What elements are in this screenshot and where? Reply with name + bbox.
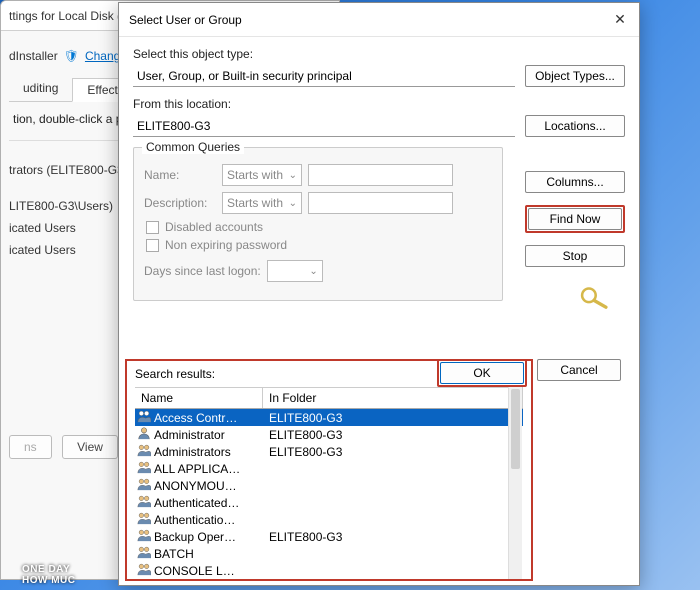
- disabled-accounts-checkbox[interactable]: Disabled accounts: [146, 220, 492, 234]
- result-name: Administrators: [154, 445, 231, 459]
- days-since-logon-combo[interactable]: [267, 260, 323, 282]
- location-field[interactable]: [133, 115, 515, 137]
- object-types-button[interactable]: Object Types...: [525, 65, 625, 87]
- result-folder: ELITE800-G3: [263, 530, 523, 544]
- result-name: Backup Oper…: [154, 530, 236, 544]
- results-list[interactable]: Access Contr… ELITE800-G3 Administrator ELI…: [135, 409, 523, 579]
- result-name: Administrator: [154, 428, 225, 442]
- group-icon: [137, 494, 151, 511]
- common-queries-group: Common Queries Name: Starts with Descrip…: [133, 147, 503, 301]
- result-name: ALL APPLICA…: [154, 462, 240, 476]
- search-results-highlight: Search results: Name In Folder Access Co…: [125, 359, 533, 581]
- group-icon: [137, 545, 151, 562]
- object-type-field[interactable]: [133, 65, 515, 87]
- table-row[interactable]: ANONYMOU…: [135, 477, 523, 494]
- column-in-folder[interactable]: In Folder: [263, 388, 523, 408]
- table-row[interactable]: Authenticatio…: [135, 511, 523, 528]
- group-icon: [137, 443, 151, 460]
- bg-button-ns[interactable]: ns: [9, 435, 52, 459]
- group-icon: [137, 511, 151, 528]
- dialog-title: Select User or Group: [129, 13, 242, 27]
- group-icon: [137, 460, 151, 477]
- name-filter-label: Name:: [144, 168, 216, 182]
- non-expiring-password-checkbox[interactable]: Non expiring password: [146, 238, 492, 252]
- user-icon: [137, 426, 151, 443]
- column-name[interactable]: Name: [135, 388, 263, 408]
- name-filter-input[interactable]: [308, 164, 453, 186]
- magnifier-icon: [577, 285, 611, 309]
- result-name: ANONYMOU…: [154, 479, 237, 493]
- group-title: Common Queries: [142, 140, 244, 154]
- stop-button[interactable]: Stop: [525, 245, 625, 267]
- object-type-label: Select this object type:: [133, 47, 625, 61]
- locations-button[interactable]: Locations...: [525, 115, 625, 137]
- table-row[interactable]: BATCH: [135, 545, 523, 562]
- group-icon: [137, 562, 151, 579]
- search-results-label: Search results:: [135, 367, 523, 381]
- results-scrollbar[interactable]: [508, 387, 522, 579]
- columns-button[interactable]: Columns...: [525, 171, 625, 193]
- result-name: BATCH: [154, 547, 194, 561]
- checkbox-icon: [146, 221, 159, 234]
- group-icon: [137, 528, 151, 545]
- result-name: Access Contr…: [154, 411, 237, 425]
- bg-installer-text: dInstaller: [9, 49, 58, 63]
- find-now-highlight: Find Now: [525, 205, 625, 233]
- table-row[interactable]: ALL APPLICA…: [135, 460, 523, 477]
- name-mode-combo[interactable]: Starts with: [222, 164, 302, 186]
- find-now-button[interactable]: Find Now: [528, 208, 622, 230]
- shield-icon: 🛡: [64, 49, 79, 63]
- close-icon[interactable]: ✕: [611, 11, 629, 29]
- cancel-button[interactable]: Cancel: [537, 359, 621, 381]
- table-row[interactable]: Backup Oper… ELITE800-G3: [135, 528, 523, 545]
- tab-auditing[interactable]: uditing: [9, 77, 72, 101]
- taskbar-thumb: ONE DAY HOW MUC: [22, 564, 76, 586]
- description-filter-input[interactable]: [308, 192, 453, 214]
- table-row[interactable]: Administrator ELITE800-G3: [135, 426, 523, 443]
- description-mode-combo[interactable]: Starts with: [222, 192, 302, 214]
- table-row[interactable]: Access Contr… ELITE800-G3: [135, 409, 523, 426]
- result-folder: ELITE800-G3: [263, 445, 523, 459]
- results-header: Name In Folder: [135, 387, 523, 409]
- table-row[interactable]: Administrators ELITE800-G3: [135, 443, 523, 460]
- result-name: Authenticated…: [154, 496, 239, 510]
- description-filter-label: Description:: [144, 196, 216, 210]
- group-icon: [137, 409, 151, 426]
- result-folder: ELITE800-G3: [263, 411, 523, 425]
- days-since-logon-label: Days since last logon:: [144, 264, 261, 278]
- table-row[interactable]: CONSOLE L…: [135, 562, 523, 579]
- result-name: Authenticatio…: [154, 513, 235, 527]
- location-label: From this location:: [133, 97, 625, 111]
- select-user-or-group-dialog: Select User or Group ✕ Select this objec…: [118, 2, 640, 586]
- result-name: CONSOLE L…: [154, 564, 235, 578]
- bg-button-view[interactable]: View: [62, 435, 118, 459]
- group-icon: [137, 477, 151, 494]
- checkbox-icon: [146, 239, 159, 252]
- table-row[interactable]: Authenticated…: [135, 494, 523, 511]
- result-folder: ELITE800-G3: [263, 428, 523, 442]
